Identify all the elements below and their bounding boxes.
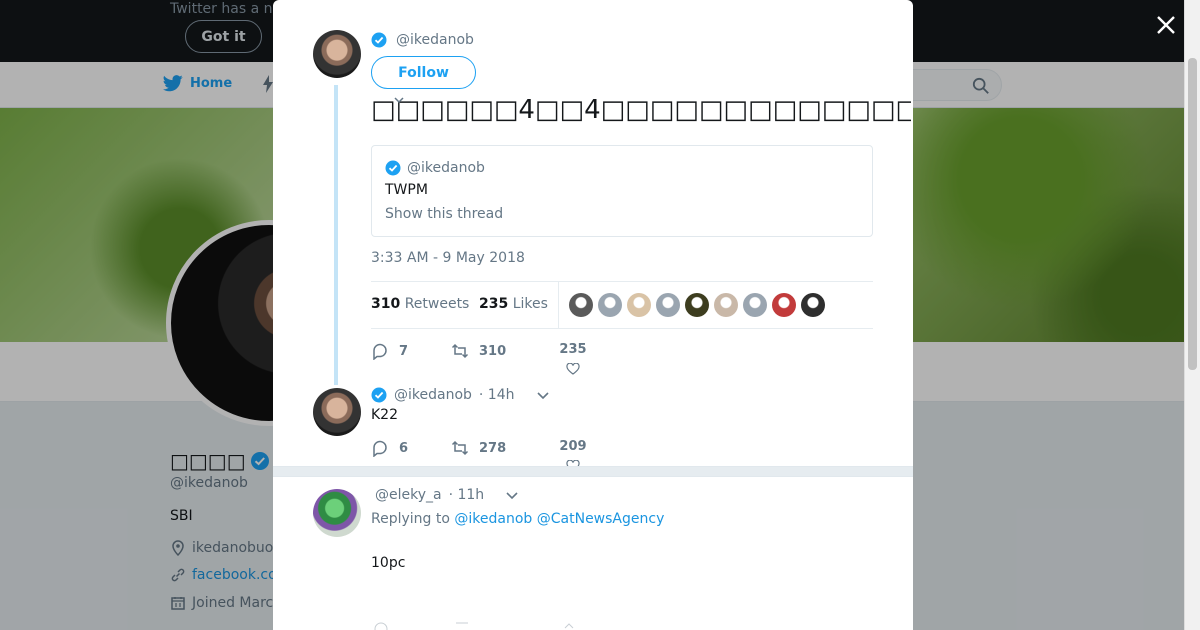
author-avatar[interactable] [313,30,361,78]
retweets-count: 310 [371,296,401,312]
mention-link[interactable]: @ikedanob [454,511,532,527]
liker-avatar[interactable] [656,293,680,317]
likes-count: 235 [479,296,509,312]
reply-header: @ikedanob · 14h [371,387,550,403]
reply-count: 6 [399,440,409,456]
like-count: 235 [559,342,587,357]
close-icon[interactable] [1152,11,1180,39]
liker-avatar[interactable] [598,293,622,317]
tweet-text: □□□□□□4□□4□□□□□□□□□□□□□□□□□□□□□□□□□□□□□□… [371,95,911,125]
tweet-timestamp[interactable]: 3:33 AM - 9 May 2018 [371,250,525,266]
quoted-tweet-text: TWPM [385,182,428,198]
tweet-actions: 7 310 235 [371,342,588,375]
retweets-label: Retweets [404,296,470,312]
reply-count: 7 [399,343,409,359]
show-thread-link[interactable]: Show this thread [385,206,503,222]
retweet-icon [451,343,469,359]
mention-link[interactable]: @CatNewsAgency [537,511,665,527]
verified-badge-icon [371,387,387,403]
chevron-down-icon[interactable] [536,390,550,400]
reply-handle[interactable]: @eleky_a [375,487,442,503]
verified-badge-icon [371,32,387,48]
liker-avatar[interactable] [743,293,767,317]
heart-icon [566,363,580,375]
page-scrollbar[interactable] [1184,0,1200,630]
reply-button[interactable]: 7 [371,342,451,360]
liker-avatar[interactable] [627,293,651,317]
chevron-down-icon[interactable] [393,95,405,105]
quoted-tweet-header: @ikedanob [385,160,485,176]
reply-button[interactable]: 6 [371,439,451,457]
tweet-header: @ikedanob [371,32,474,48]
reply-author-avatar[interactable] [313,489,361,537]
follow-button[interactable]: Follow [371,56,476,89]
reply-author-avatar[interactable] [313,388,361,436]
liker-avatar[interactable] [714,293,738,317]
verified-badge-icon [385,160,401,176]
likes-label: Likes [512,296,548,312]
replying-prefix: Replying to [371,511,450,527]
likes-stat[interactable]: 235 Likes [479,296,548,312]
reply-actions-partial [374,622,574,630]
liker-avatar[interactable] [685,293,709,317]
retweet-button[interactable]: 278 [451,439,558,457]
author-handle[interactable]: @ikedanob [396,32,474,48]
tweet-stats: 310 Retweets 235 Likes [371,281,873,329]
liker-avatar[interactable] [772,293,796,317]
scrollbar-thumb[interactable] [1188,58,1197,370]
reply-text: K22 [371,407,398,423]
reply-icon [373,440,387,457]
reply-handle[interactable]: @ikedanob [394,387,472,403]
retweet-count: 310 [479,343,507,359]
reply-icon [373,343,387,360]
retweets-stat[interactable]: 310 Retweets [371,296,469,312]
stats-divider [558,282,559,328]
conversation-divider [273,466,913,477]
reply-header: @eleky_a · 11h [375,487,519,503]
like-count: 209 [559,439,587,454]
reply-text: 10pc [371,555,406,571]
liker-avatar[interactable] [801,293,825,317]
retweet-icon [451,440,469,456]
replying-to: Replying to @ikedanob @CatNewsAgency [371,511,664,527]
quoted-tweet-handle: @ikedanob [407,160,485,176]
reply-time[interactable]: · 11h [449,487,485,503]
thread-connector-line [334,85,338,385]
tweet-modal: @ikedanob Follow □□□□□□4□□4□□□□□□□□□□□□□… [273,0,913,630]
liker-avatars [569,293,825,317]
chevron-down-icon[interactable] [505,490,519,500]
reply-time[interactable]: · 14h [479,387,515,403]
retweet-button[interactable]: 310 [451,342,558,360]
liker-avatar[interactable] [569,293,593,317]
retweet-count: 278 [479,440,507,456]
like-button[interactable]: 235 [558,342,588,375]
quoted-tweet[interactable]: @ikedanob TWPM Show this thread [371,145,873,237]
